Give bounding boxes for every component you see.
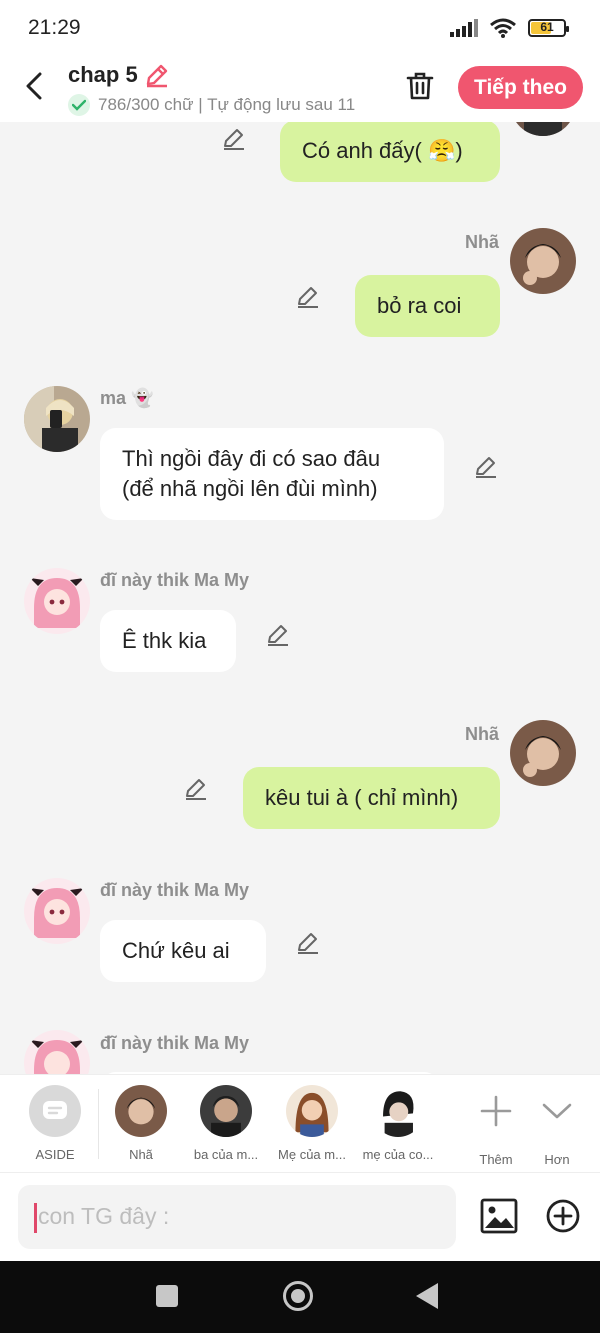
trash-icon bbox=[406, 72, 434, 100]
editor-header: chap 5 786/300 chữ | Tự động lưu sau 11 … bbox=[0, 56, 600, 122]
more-button[interactable]: Hơn bbox=[515, 1085, 599, 1167]
word-count-status: 786/300 chữ | Tự động lưu sau 11 bbox=[98, 95, 356, 114]
avatar[interactable] bbox=[24, 386, 90, 452]
chapter-title: chap 5 bbox=[68, 62, 138, 87]
edit-title-icon[interactable] bbox=[144, 62, 170, 88]
sender-name: Nhã bbox=[465, 232, 500, 252]
character-label: Nhã bbox=[129, 1147, 153, 1162]
sender-name: đĩ này thik Ma My bbox=[100, 1033, 250, 1053]
avatar bbox=[200, 1085, 252, 1137]
avatar[interactable] bbox=[24, 568, 90, 634]
aside-icon bbox=[29, 1085, 81, 1137]
avatar[interactable] bbox=[24, 878, 90, 944]
status-time: 21:29 bbox=[28, 16, 81, 39]
character-label: mẹ của co... bbox=[362, 1147, 434, 1162]
system-nav-bar bbox=[0, 1261, 600, 1333]
message-text: Thì ngồi đây đi có sao đâu (để nhã ngồi … bbox=[122, 446, 381, 501]
avatar bbox=[115, 1085, 167, 1137]
avatar[interactable] bbox=[510, 122, 576, 136]
battery-icon: 61 bbox=[528, 19, 569, 37]
home-button[interactable] bbox=[283, 1281, 313, 1311]
character-bar: ASIDE Nhã ba của m... Mẹ của m... mẹ của… bbox=[0, 1074, 600, 1172]
message-bubble[interactable]: Có anh đấy( 😤) bbox=[280, 122, 500, 182]
avatar bbox=[372, 1085, 424, 1137]
avatar[interactable] bbox=[24, 1030, 90, 1074]
avatar[interactable] bbox=[510, 228, 576, 294]
character-mother-2[interactable]: mẹ của co... bbox=[356, 1085, 440, 1162]
sender-name: ma 👻 bbox=[100, 388, 154, 408]
chevron-down-icon bbox=[542, 1103, 572, 1119]
sender-name: đĩ này thik Ma My bbox=[100, 880, 250, 900]
message-bubble[interactable]: kêu tui à ( chỉ mình) bbox=[243, 767, 500, 829]
message-bubble[interactable]: Thì ngồi đây đi có sao đâu (để nhã ngồi … bbox=[100, 428, 444, 520]
wifi-icon bbox=[490, 18, 516, 38]
chat-area[interactable]: Có anh đấy( 😤) Nhã bỏ ra coi ma 👻 Thì ng… bbox=[0, 122, 600, 1074]
character-nha[interactable]: Nhã bbox=[99, 1085, 183, 1162]
next-button[interactable]: Tiếp theo bbox=[458, 66, 583, 109]
character-label: Hơn bbox=[544, 1152, 570, 1167]
input-bar: con TG đây : bbox=[0, 1172, 600, 1261]
system-back-button[interactable] bbox=[416, 1283, 438, 1309]
avatar[interactable] bbox=[510, 720, 576, 786]
text-caret bbox=[34, 1203, 37, 1233]
character-father[interactable]: ba của m... bbox=[184, 1085, 268, 1162]
character-aside[interactable]: ASIDE bbox=[13, 1085, 97, 1162]
add-circle-icon[interactable] bbox=[544, 1197, 582, 1235]
recents-button[interactable] bbox=[156, 1285, 178, 1307]
character-mother[interactable]: Mẹ của m... bbox=[270, 1085, 354, 1162]
message-bubble[interactable]: Ê thk kia bbox=[100, 610, 236, 672]
input-placeholder: con TG đây : bbox=[38, 1203, 170, 1229]
chapter-info: chap 5 786/300 chữ | Tự động lưu sau 11 bbox=[68, 62, 355, 116]
image-icon[interactable] bbox=[480, 1197, 518, 1235]
character-label: ASIDE bbox=[35, 1147, 75, 1162]
sender-name: đĩ này thik Ma My bbox=[100, 570, 250, 590]
edit-message-icon[interactable] bbox=[296, 284, 322, 310]
status-icons: 61 bbox=[450, 18, 569, 38]
message-bubble[interactable]: Chứ kêu ai bbox=[100, 920, 266, 982]
delete-button[interactable] bbox=[402, 68, 438, 104]
edit-message-icon[interactable] bbox=[266, 622, 292, 648]
message-bubble[interactable]: bỏ ra coi bbox=[355, 275, 500, 337]
back-button[interactable] bbox=[18, 68, 50, 104]
avatar bbox=[286, 1085, 338, 1137]
character-label: ba của m... bbox=[193, 1147, 259, 1162]
sender-name: Nhã bbox=[465, 724, 500, 744]
battery-level: 61 bbox=[540, 20, 554, 34]
message-input[interactable]: con TG đây : bbox=[18, 1185, 456, 1249]
chevron-left-icon bbox=[26, 72, 42, 100]
edit-message-icon[interactable] bbox=[296, 930, 322, 956]
edit-message-icon[interactable] bbox=[222, 126, 248, 152]
edit-message-icon[interactable] bbox=[474, 454, 500, 480]
character-label: Mẹ của m... bbox=[278, 1147, 346, 1162]
signal-icon bbox=[450, 19, 478, 37]
status-bar: 21:29 61 bbox=[0, 0, 600, 56]
edit-message-icon[interactable] bbox=[184, 776, 210, 802]
saved-check-icon bbox=[68, 94, 90, 116]
